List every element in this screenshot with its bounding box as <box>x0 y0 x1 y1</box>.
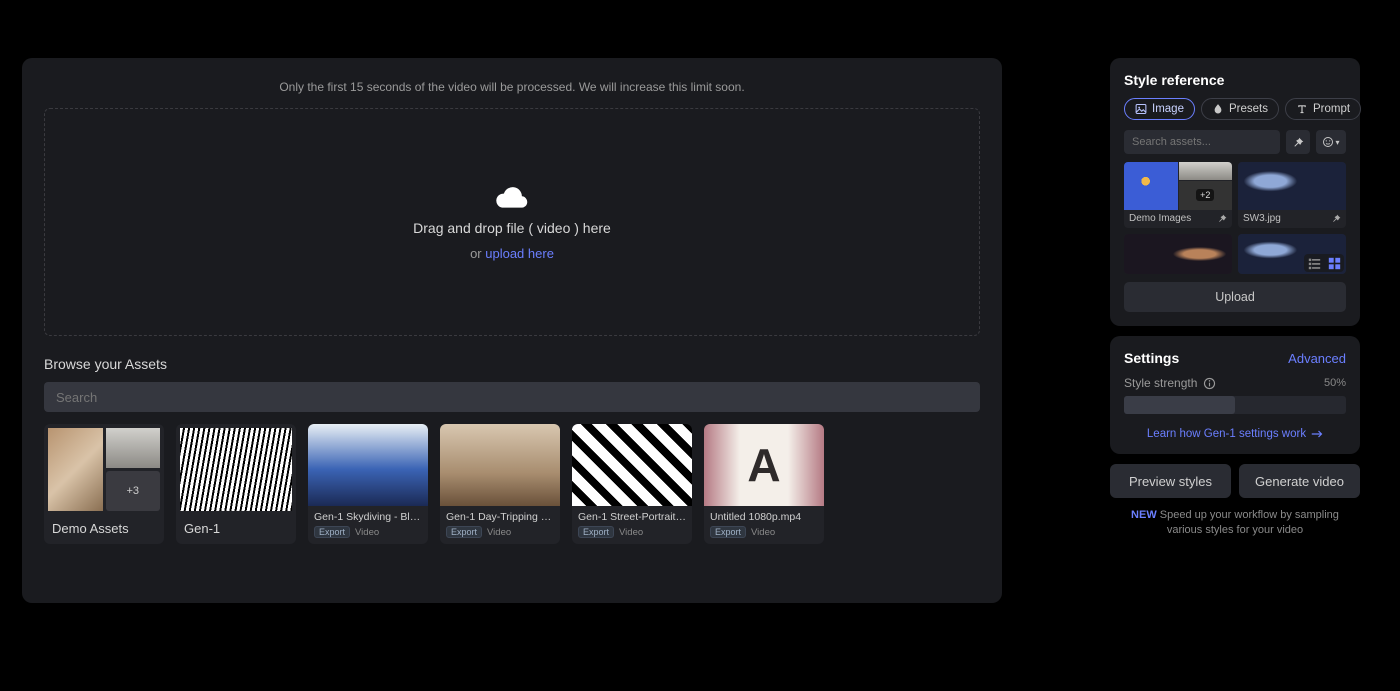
pin-icon <box>1218 214 1227 223</box>
limit-note: Only the first 15 seconds of the video w… <box>44 80 980 94</box>
dropzone[interactable]: Drag and drop file ( video ) here or upl… <box>44 108 980 336</box>
video-type: Video <box>751 527 775 538</box>
pin-filter-button[interactable] <box>1286 130 1310 154</box>
list-icon <box>1308 257 1321 270</box>
arrow-right-icon <box>1311 429 1323 439</box>
video-type: Video <box>355 527 379 538</box>
folder-card[interactable]: +3 Demo Assets <box>44 424 164 544</box>
grid-icon <box>1328 257 1341 270</box>
style-tab-row: Image Presets Prompt <box>1124 98 1346 120</box>
video-title: Untitled 1080p.mp4 <box>710 511 818 523</box>
video-card[interactable]: Gen-1 Day-Tripping - W... Export Video <box>440 424 560 544</box>
tip-text: NEW Speed up your workflow by sampling v… <box>1110 508 1360 538</box>
video-type: Video <box>487 527 511 538</box>
folder-title: Gen-1 <box>176 515 296 544</box>
browse-assets-label: Browse your Assets <box>44 356 980 372</box>
tip-new-badge: NEW <box>1131 509 1157 521</box>
style-asset-label: Demo Images <box>1129 213 1191 224</box>
folder-card[interactable]: Gen-1 <box>176 424 296 544</box>
style-assets-grid: +2 Demo Images SW3.jpg <box>1124 162 1346 274</box>
face-icon <box>1322 136 1334 148</box>
video-card[interactable]: Gen-1 Skydiving - Blue ... Export Video <box>308 424 428 544</box>
cloud-upload-icon <box>495 184 529 210</box>
settings-title: Settings <box>1124 350 1179 366</box>
settings-panel: Settings Advanced Style strength 50% Lea… <box>1110 336 1360 454</box>
dropzone-text: Drag and drop file ( video ) here <box>413 220 611 236</box>
main-panel: Only the first 15 seconds of the video w… <box>22 58 1002 603</box>
face-filter-button[interactable]: ▾ <box>1316 130 1346 154</box>
style-reference-panel: Style reference Image Presets Prompt <box>1110 58 1360 326</box>
tab-image[interactable]: Image <box>1124 98 1195 120</box>
pin-icon <box>1293 137 1304 148</box>
upload-button[interactable]: Upload <box>1124 282 1346 312</box>
video-tag: Export <box>446 526 482 538</box>
video-title: Gen-1 Skydiving - Blue ... <box>314 511 422 523</box>
style-strength-label: Style strength <box>1124 376 1197 390</box>
learn-settings-link[interactable]: Learn how Gen-1 settings work <box>1124 428 1346 440</box>
video-tag: Export <box>578 526 614 538</box>
video-card[interactable]: Untitled 1080p.mp4 Export Video <box>704 424 824 544</box>
preview-styles-button[interactable]: Preview styles <box>1110 464 1231 498</box>
asset-search-input[interactable] <box>56 390 968 405</box>
list-view-button[interactable] <box>1307 256 1321 270</box>
side-column: Style reference Image Presets Prompt <box>1110 58 1360 603</box>
style-asset-label: SW3.jpg <box>1243 213 1281 224</box>
image-icon <box>1135 103 1147 115</box>
video-type: Video <box>619 527 643 538</box>
style-strength-slider[interactable] <box>1124 396 1346 414</box>
video-tag: Export <box>710 526 746 538</box>
advanced-link[interactable]: Advanced <box>1288 351 1346 366</box>
view-toggle <box>1304 254 1344 272</box>
style-strength-value: 50% <box>1324 377 1346 389</box>
style-asset-card[interactable]: +2 Demo Images <box>1124 162 1232 228</box>
tab-prompt[interactable]: Prompt <box>1285 98 1361 120</box>
asset-more-badge: +2 <box>1196 189 1214 201</box>
grid-view-button[interactable] <box>1327 256 1341 270</box>
droplet-icon <box>1212 103 1224 115</box>
folder-more-badge: +3 <box>106 471 161 511</box>
video-card[interactable]: Gen-1 Street-Portrait - ... Export Video <box>572 424 692 544</box>
video-title: Gen-1 Street-Portrait - ... <box>578 511 686 523</box>
style-asset-card[interactable] <box>1124 234 1232 274</box>
video-tag: Export <box>314 526 350 538</box>
style-search-field[interactable] <box>1124 130 1280 154</box>
style-search-input[interactable] <box>1132 136 1272 148</box>
generate-video-button[interactable]: Generate video <box>1239 464 1360 498</box>
assets-row: +3 Demo Assets Gen-1 Gen-1 Skydiving - B… <box>44 424 980 544</box>
folder-title: Demo Assets <box>44 515 164 544</box>
style-asset-card[interactable]: SW3.jpg <box>1238 162 1346 228</box>
style-reference-title: Style reference <box>1124 72 1346 88</box>
text-icon <box>1296 103 1308 115</box>
asset-search-field[interactable] <box>44 382 980 412</box>
info-icon[interactable] <box>1203 377 1216 390</box>
pin-icon <box>1332 214 1341 223</box>
video-title: Gen-1 Day-Tripping - W... <box>446 511 554 523</box>
action-row: Preview styles Generate video <box>1110 464 1360 498</box>
upload-link[interactable]: upload here <box>485 246 554 261</box>
tab-presets[interactable]: Presets <box>1201 98 1279 120</box>
dropzone-subtext: or upload here <box>470 246 554 261</box>
